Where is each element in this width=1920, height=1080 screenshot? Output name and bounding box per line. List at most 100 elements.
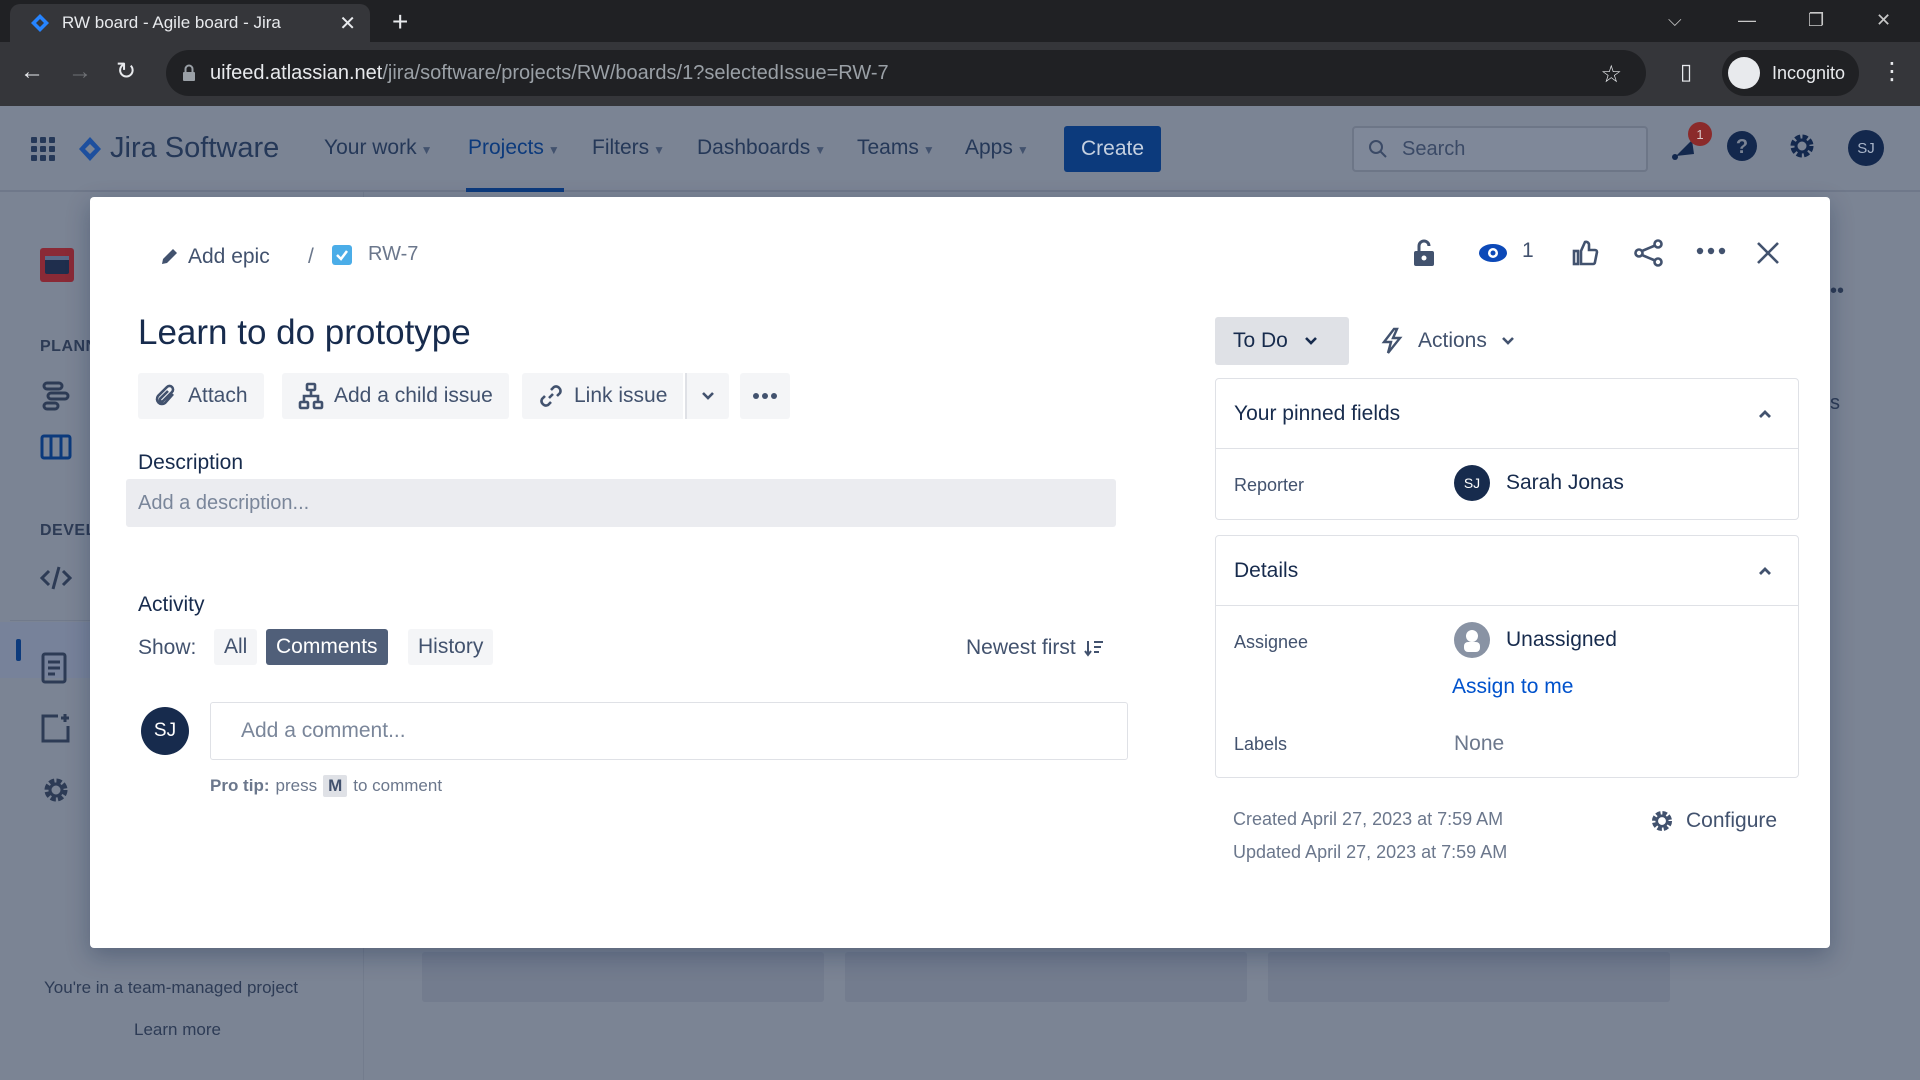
pinned-fields-title: Your pinned fields: [1234, 401, 1401, 425]
comment-input[interactable]: Add a comment...: [210, 702, 1128, 760]
jira-favicon-icon: [30, 13, 50, 33]
created-timestamp: Created April 27, 2023 at 7:59 AM: [1233, 809, 1504, 829]
details-header[interactable]: Details: [1216, 536, 1798, 606]
share-icon[interactable]: [1634, 239, 1664, 267]
back-icon[interactable]: ←: [20, 60, 44, 84]
sidebar-section-development: DEVEL: [40, 522, 96, 539]
task-type-icon: [332, 244, 352, 265]
project-settings-icon[interactable]: [40, 774, 72, 806]
jira-top-nav: Jira Software Your work ▼ Projects ▼ Filte…: [0, 106, 1920, 192]
link-issue-button[interactable]: Link issue: [522, 373, 684, 419]
search-icon: [1368, 139, 1388, 159]
new-tab-button[interactable]: +: [392, 8, 408, 36]
chevron-up-icon: [1758, 409, 1772, 419]
board-column: [1268, 952, 1670, 1002]
roadmap-icon[interactable]: [40, 380, 72, 412]
window-close-icon[interactable]: ✕: [1876, 10, 1891, 31]
minimize-icon[interactable]: —: [1738, 10, 1756, 31]
assignee-name: Unassigned: [1506, 628, 1617, 651]
nav-filters[interactable]: Filters ▼: [592, 136, 665, 160]
details-panel: Details Assignee Unassigned Labels None: [1215, 535, 1799, 778]
nav-your-work[interactable]: Your work ▼: [324, 136, 433, 160]
nav-dashboards[interactable]: Dashboards ▼: [697, 136, 826, 160]
sort-order-button[interactable]: Newest first: [966, 636, 1104, 660]
configure-button[interactable]: Configure: [1648, 807, 1777, 835]
labels-label: Labels: [1234, 734, 1288, 754]
actions-dropdown[interactable]: Actions: [1380, 317, 1515, 365]
description-heading: Description: [138, 451, 244, 474]
create-button[interactable]: Create: [1064, 126, 1161, 172]
bookmark-star-icon[interactable]: ☆: [1600, 60, 1622, 89]
app-switcher-icon[interactable]: [30, 136, 56, 162]
more-actions-button[interactable]: [740, 373, 790, 419]
url-path: /jira/software/projects/RW/boards/1?sele…: [382, 61, 889, 84]
lock-icon: [182, 64, 196, 82]
board-icon[interactable]: [40, 434, 72, 460]
nav-apps[interactable]: Apps ▼: [965, 136, 1029, 160]
team-managed-note: You're in a team-managed project: [44, 978, 298, 997]
jira-logo-icon[interactable]: [78, 136, 102, 162]
nav-teams[interactable]: Teams ▼: [857, 136, 935, 160]
issue-detail-modal: Add epic / RW-7 1 Learn to do prototype …: [90, 197, 1830, 948]
close-icon[interactable]: [1756, 241, 1780, 265]
board-more-icon[interactable]: ••: [1830, 280, 1844, 303]
assignee-value[interactable]: Unassigned: [1454, 622, 1617, 658]
restrict-unlock-icon[interactable]: [1412, 239, 1436, 267]
nav-projects[interactable]: Projects ▼: [468, 136, 560, 160]
link-issue-dropdown[interactable]: [685, 373, 729, 419]
tab-close-icon[interactable]: ✕: [339, 11, 356, 36]
assign-to-me-link[interactable]: Assign to me: [1452, 675, 1573, 699]
watcher-count[interactable]: 1: [1522, 239, 1534, 263]
browser-address-bar: ← → ↻ uifeed.atlassian.net/jira/software…: [0, 42, 1920, 106]
activity-filter-all[interactable]: All: [214, 629, 258, 665]
activity-filter-history[interactable]: History: [408, 629, 494, 665]
project-pages-icon[interactable]: [40, 652, 68, 684]
jira-product-name[interactable]: Jira Software: [110, 132, 279, 165]
pinned-fields-header[interactable]: Your pinned fields: [1216, 379, 1798, 449]
project-avatar-icon[interactable]: [40, 248, 74, 282]
search-input[interactable]: Search: [1352, 126, 1648, 172]
assignee-label: Assignee: [1234, 632, 1309, 652]
user-avatar[interactable]: SJ: [1848, 130, 1884, 166]
updated-timestamp: Updated April 27, 2023 at 7:59 AM: [1233, 842, 1508, 862]
chevron-up-icon: [1758, 566, 1772, 576]
browser-menu-icon[interactable]: ⋮: [1880, 60, 1904, 84]
learn-more-link[interactable]: Learn more: [134, 1020, 221, 1040]
browser-tab[interactable]: RW board - Agile board - Jira ✕: [10, 4, 370, 42]
restore-icon[interactable]: ❐: [1808, 10, 1824, 31]
paperclip-icon: [154, 383, 188, 409]
add-epic-link[interactable]: Add epic: [160, 245, 270, 269]
reporter-value[interactable]: SJ Sarah Jonas: [1454, 465, 1624, 501]
forward-icon[interactable]: →: [68, 60, 92, 84]
description-field[interactable]: Add a description...: [126, 479, 1116, 527]
incognito-label: Incognito: [1772, 62, 1846, 83]
help-icon[interactable]: ?: [1726, 130, 1758, 162]
sidebar-active-indicator: [16, 639, 21, 661]
like-thumbs-up-icon[interactable]: [1572, 239, 1600, 267]
tab-search-icon[interactable]: ⌵: [1668, 10, 1682, 31]
issue-summary[interactable]: Learn to do prototype: [138, 313, 471, 353]
attach-button[interactable]: Attach: [138, 373, 264, 419]
status-label: To Do: [1233, 329, 1288, 352]
side-panel-icon[interactable]: ▯: [1680, 60, 1692, 84]
comment-placeholder: Add a comment...: [241, 719, 406, 742]
actions-label: Actions: [1418, 329, 1487, 352]
status-dropdown[interactable]: To Do: [1215, 317, 1349, 365]
settings-gear-icon[interactable]: [1786, 130, 1818, 162]
issue-key-link[interactable]: RW-7: [332, 243, 418, 266]
reload-icon[interactable]: ↻: [116, 60, 136, 84]
background-text-fragment: s: [1830, 392, 1840, 414]
incognito-profile-button[interactable]: Incognito: [1722, 50, 1860, 96]
code-icon[interactable]: [40, 564, 72, 592]
active-nav-indicator: [466, 188, 564, 192]
board-column: [845, 952, 1247, 1002]
add-shortcut-icon[interactable]: [40, 712, 72, 744]
watch-eye-icon[interactable]: [1478, 243, 1508, 263]
activity-filter-comments[interactable]: Comments: [266, 629, 388, 665]
link-issue-label: Link issue: [574, 384, 668, 407]
labels-value[interactable]: None: [1454, 732, 1504, 756]
url-host: uifeed.atlassian.net: [210, 61, 383, 84]
add-child-issue-button[interactable]: Add a child issue: [282, 373, 509, 419]
more-options-icon[interactable]: [1696, 247, 1726, 255]
url-bar[interactable]: uifeed.atlassian.net/jira/software/proje…: [166, 50, 1646, 96]
